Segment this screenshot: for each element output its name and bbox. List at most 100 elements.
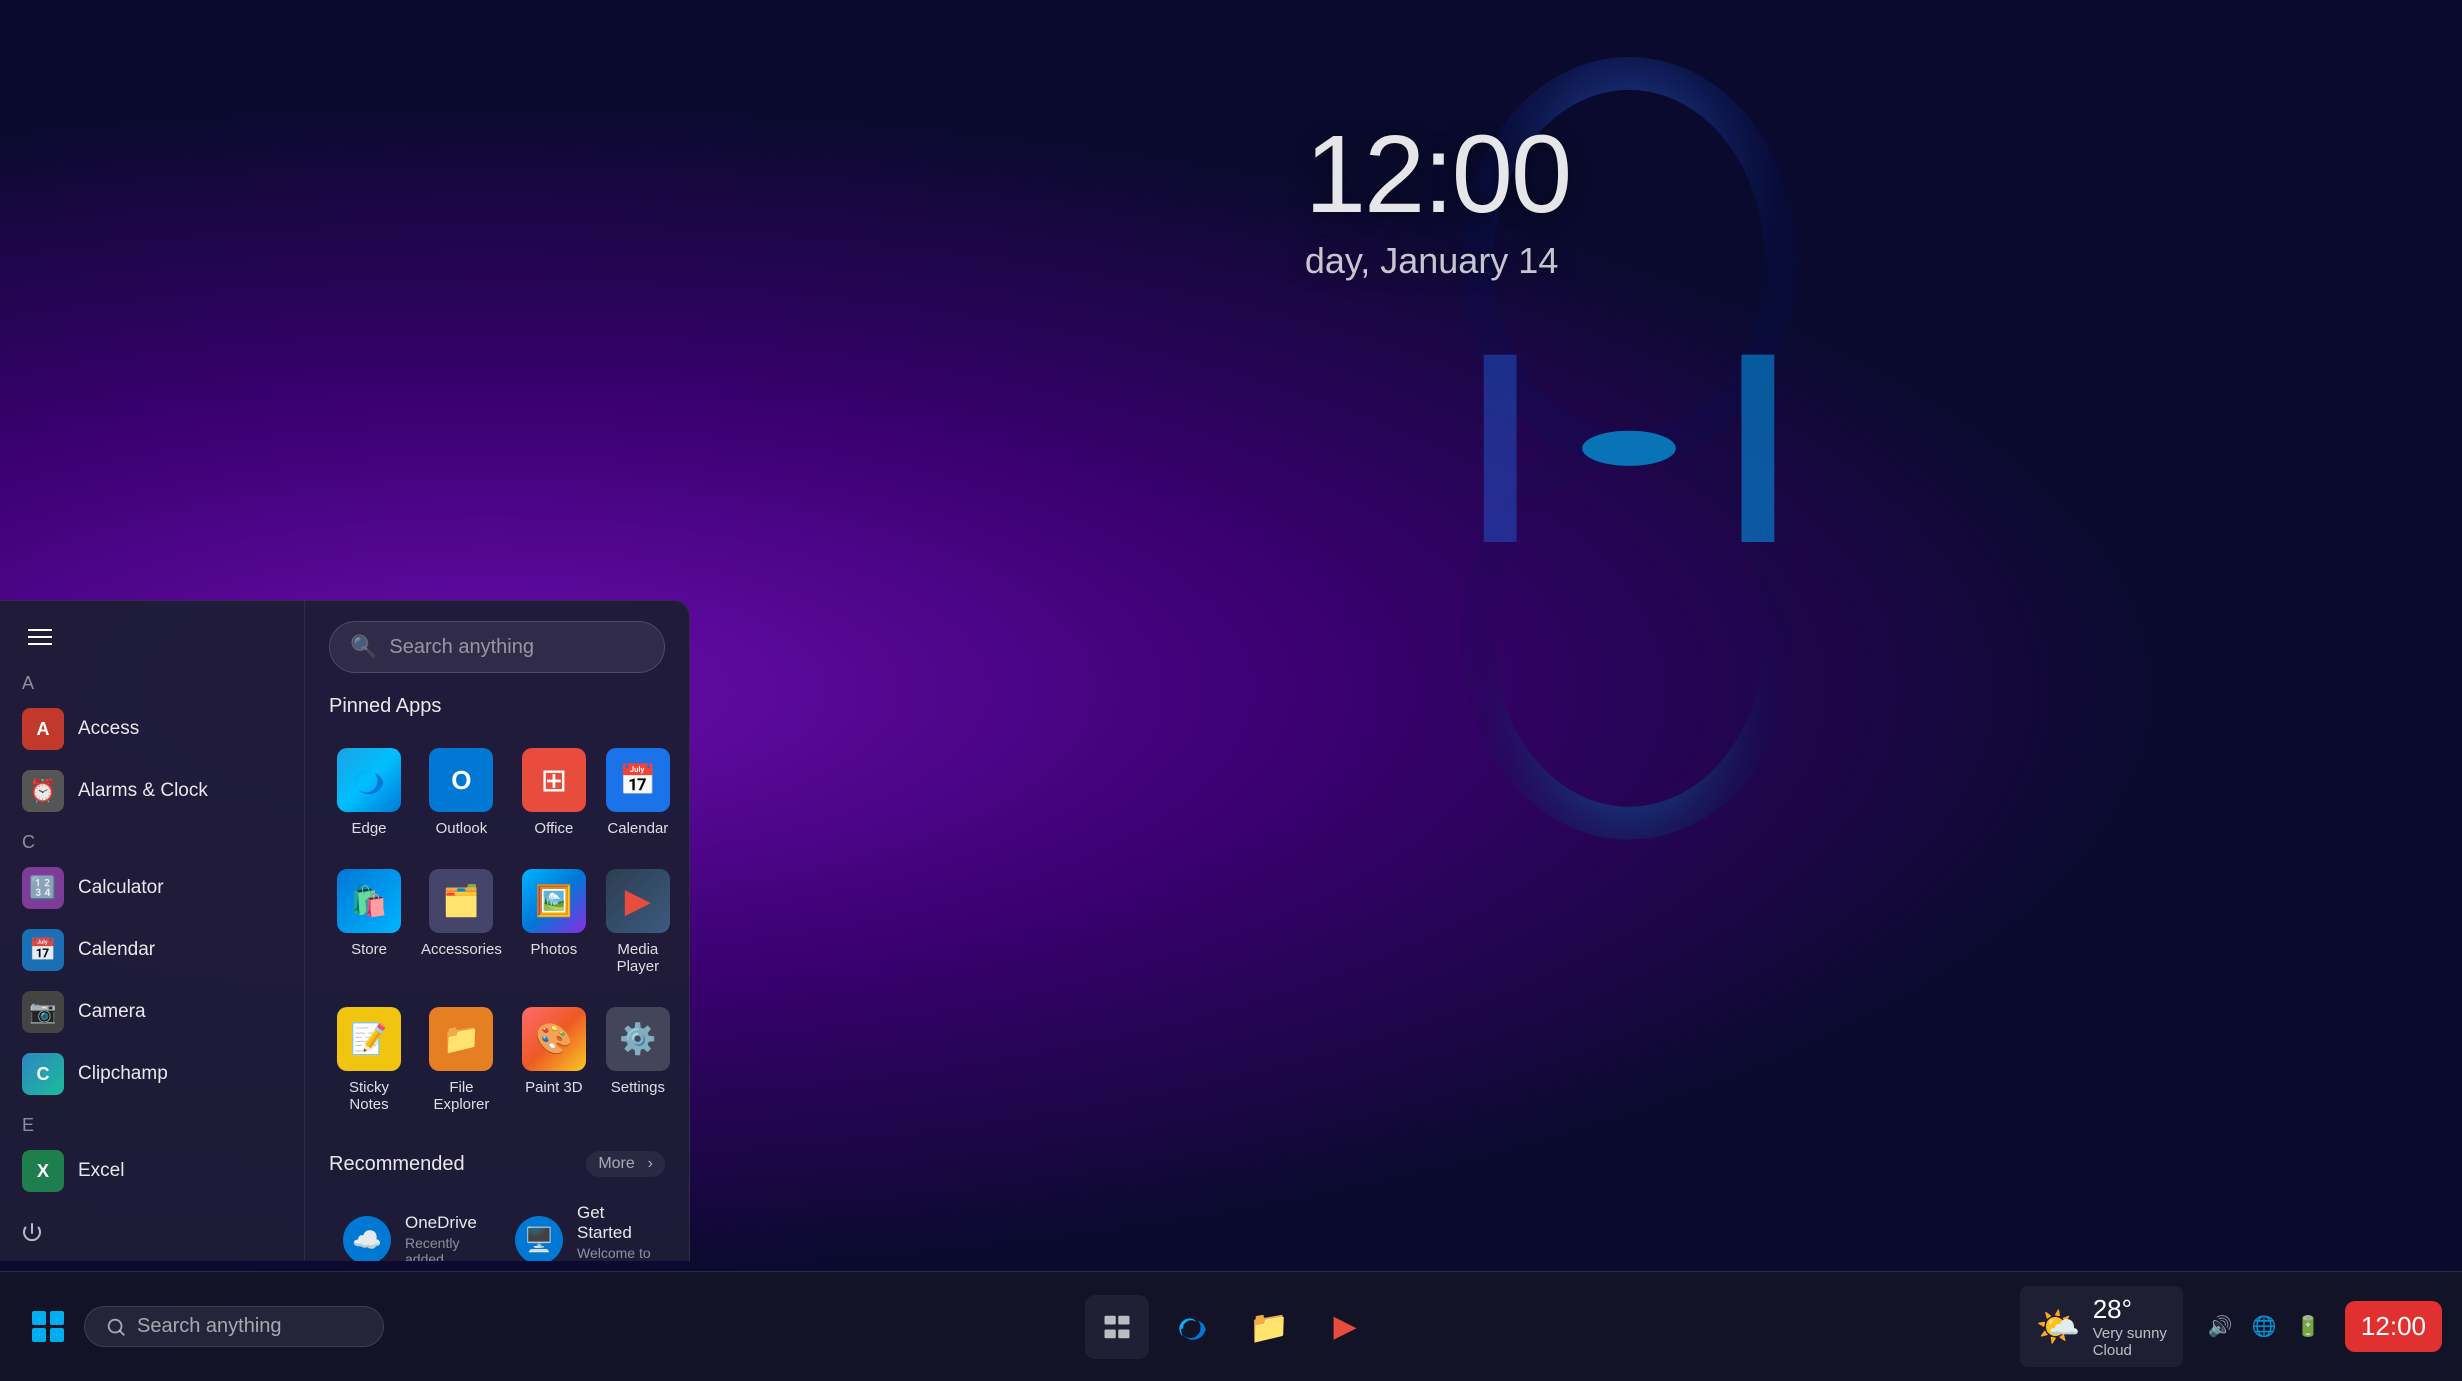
alpha-label-a: A [8, 663, 296, 698]
battery-tray-icon[interactable]: 🔋 [2289, 1308, 2327, 1346]
pinned-app-office-label: Office [534, 820, 573, 837]
app-item-calculator[interactable]: 🔢 Calculator [8, 857, 296, 919]
all-apps-list: A A Access ⏰ Alarms & Clock C 🔢 Calculat… [0, 663, 304, 1205]
pinned-section-title: Pinned Apps [329, 695, 665, 718]
rec-item-getstarted[interactable]: 🖥️ Get Started Welcome to Windows [501, 1191, 665, 1261]
taskview-icon [1102, 1312, 1132, 1342]
onedrive-rec-text: OneDrive Recently added [405, 1213, 479, 1261]
recommended-section-title: Recommended [329, 1153, 465, 1176]
calendar-app-icon: 📅 [606, 748, 670, 812]
pinned-app-paint3d[interactable]: 🎨 Paint 3D [514, 993, 594, 1127]
app-label-camera: Camera [78, 1001, 146, 1023]
start-main-panel: 🔍 Search anything Pinned Apps Edge Ο [305, 601, 689, 1261]
taskbar-fileexplorer-button[interactable]: 📁 [1237, 1295, 1301, 1359]
pinned-app-accessories[interactable]: 🗂️ Accessories [413, 855, 510, 989]
onedrive-sub: Recently added [405, 1235, 479, 1261]
pinned-app-edge[interactable]: Edge [329, 734, 409, 851]
start-menu: A A Access ⏰ Alarms & Clock C 🔢 Calculat… [0, 600, 690, 1261]
pinned-app-fileexplorer[interactable]: 📁 File Explorer [413, 993, 510, 1127]
recommended-header: Recommended More › [329, 1151, 665, 1177]
pinned-app-calendar-label: Calendar [607, 820, 668, 837]
store-app-icon: 🛍️ [337, 869, 401, 933]
pinned-app-settings-label: Settings [611, 1079, 665, 1096]
search-bar-icon: 🔍 [350, 634, 377, 660]
app-item-access[interactable]: A Access [8, 698, 296, 760]
weather-widget[interactable]: 🌤️ 28° Very sunny Cloud [2020, 1286, 2183, 1367]
pinned-app-settings[interactable]: ⚙️ Settings [598, 993, 678, 1127]
alpha-label-e: E [8, 1105, 296, 1140]
accessories-app-icon: 🗂️ [429, 869, 493, 933]
weather-icon: 🌤️ [2036, 1306, 2081, 1348]
alpha-label-c: C [8, 822, 296, 857]
onedrive-name: OneDrive [405, 1213, 479, 1233]
start-button[interactable] [20, 1299, 76, 1355]
outlook-app-icon: Ο [429, 748, 493, 812]
recommended-more-button[interactable]: More › [586, 1151, 665, 1177]
access-icon: A [22, 708, 64, 750]
system-clock[interactable]: 12:00 [2345, 1301, 2442, 1352]
app-item-alarms[interactable]: ⏰ Alarms & Clock [8, 760, 296, 822]
taskbar-mediaplayer-button[interactable]: ▶ [1313, 1295, 1377, 1359]
weather-info: 28° Very sunny Cloud [2093, 1294, 2167, 1359]
onedrive-rec-icon: ☁️ [343, 1216, 391, 1261]
alarms-icon: ⏰ [22, 770, 64, 812]
search-bar[interactable]: 🔍 Search anything [329, 621, 665, 673]
clipchamp-icon: C [22, 1053, 64, 1095]
app-item-excel[interactable]: X Excel [8, 1140, 296, 1202]
pinned-app-fileexplorer-label: File Explorer [421, 1079, 502, 1113]
app-label-access: Access [78, 718, 139, 740]
network-tray-icon[interactable]: 🌐 [2245, 1308, 2283, 1346]
desktop-date: day, January 14 [1305, 240, 1570, 282]
windows-logo [32, 1311, 64, 1343]
hamburger-menu-button[interactable] [20, 621, 60, 653]
pinned-app-office[interactable]: ⊞ Office [514, 734, 594, 851]
rec-item-onedrive[interactable]: ☁️ OneDrive Recently added [329, 1191, 493, 1261]
getstarted-name: Get Started [577, 1203, 651, 1243]
photos-app-icon: 🖼️ [522, 869, 586, 933]
app-label-excel: Excel [78, 1160, 124, 1182]
system-clock-time: 12:00 [2361, 1311, 2426, 1342]
app-item-clipchamp[interactable]: C Clipchamp [8, 1043, 296, 1105]
pinned-app-edge-label: Edge [351, 820, 386, 837]
pinned-app-paint3d-label: Paint 3D [525, 1079, 583, 1096]
power-button[interactable] [0, 1205, 304, 1261]
edge-app-icon [337, 748, 401, 812]
taskbar-mediaplayer-icon: ▶ [1333, 1309, 1356, 1344]
weather-temperature: 28° [2093, 1294, 2167, 1325]
volume-tray-icon[interactable]: 🔊 [2201, 1308, 2239, 1346]
pinned-app-stickynotes[interactable]: 📝 Sticky Notes [329, 993, 409, 1127]
sidebar-header [0, 601, 304, 663]
settings-app-icon: ⚙️ [606, 1007, 670, 1071]
fileexplorer-app-icon: 📁 [429, 1007, 493, 1071]
stickynotes-app-icon: 📝 [337, 1007, 401, 1071]
taskview-button[interactable] [1085, 1295, 1149, 1359]
app-item-calendar[interactable]: 📅 Calendar [8, 919, 296, 981]
pinned-app-photos[interactable]: 🖼️ Photos [514, 855, 594, 989]
pinned-app-store-label: Store [351, 941, 387, 958]
pinned-app-calendar[interactable]: 📅 Calendar [598, 734, 678, 851]
office-app-icon: ⊞ [522, 748, 586, 812]
getstarted-rec-text: Get Started Welcome to Windows [577, 1203, 651, 1261]
search-bar-placeholder: Search anything [389, 636, 534, 659]
pinned-app-outlook[interactable]: Ο Outlook [413, 734, 510, 851]
pinned-app-stickynotes-label: Sticky Notes [337, 1079, 401, 1113]
pinned-app-accessories-label: Accessories [421, 941, 502, 958]
pinned-apps-grid: Edge Ο Outlook ⊞ Office 📅 [329, 734, 665, 1127]
app-label-clipchamp: Clipchamp [78, 1063, 168, 1085]
recommended-items-grid: ☁️ OneDrive Recently added 🖥️ Get Starte… [329, 1191, 665, 1261]
pinned-app-store[interactable]: 🛍️ Store [329, 855, 409, 989]
taskbar-left-area: Search anything [0, 1299, 2000, 1355]
mediaplayer-app-icon: ▶ [606, 869, 670, 933]
getstarted-rec-icon: 🖥️ [515, 1216, 563, 1261]
chevron-right-icon: › [648, 1155, 653, 1173]
calculator-icon: 🔢 [22, 867, 64, 909]
taskbar-edge-button[interactable] [1161, 1295, 1225, 1359]
calendar-icon: 📅 [22, 929, 64, 971]
pinned-app-mediaplayer[interactable]: ▶ Media Player [598, 855, 678, 989]
taskbar-search-icon [105, 1316, 127, 1338]
taskbar-search-bar[interactable]: Search anything [84, 1306, 384, 1347]
apps-sidebar: A A Access ⏰ Alarms & Clock C 🔢 Calculat… [0, 601, 305, 1261]
app-item-camera[interactable]: 📷 Camera [8, 981, 296, 1043]
system-tray: 🔊 🌐 🔋 [2193, 1308, 2335, 1346]
desktop-time: 12:00 [1305, 120, 1570, 230]
